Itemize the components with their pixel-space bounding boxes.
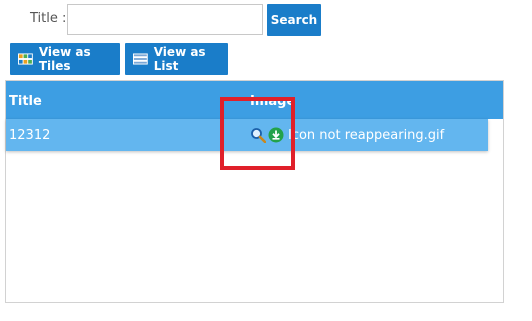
image-filename: Icon not reappearing.gif — [288, 127, 445, 143]
page: Title : Search View as Tiles View as Lis… — [0, 0, 532, 321]
grid-header: Title Image — [6, 81, 503, 119]
download-icon[interactable] — [268, 127, 284, 143]
view-as-tiles-label: View as Tiles — [38, 45, 91, 73]
row-title-cell: 12312 — [9, 128, 51, 143]
column-header-title[interactable]: Title — [9, 94, 42, 109]
title-search-input[interactable] — [67, 4, 263, 35]
column-header-image[interactable]: Image — [250, 94, 295, 109]
search-button[interactable]: Search — [267, 4, 321, 36]
tiles-icon — [18, 53, 33, 65]
list-icon — [133, 53, 148, 65]
view-as-list-button[interactable]: View as List — [125, 43, 228, 75]
zoom-icon[interactable] — [250, 127, 266, 143]
view-as-tiles-button[interactable]: View as Tiles — [10, 43, 120, 75]
results-grid: Title Image 12312 Icon not reappearing.g… — [5, 80, 504, 303]
title-label: Title : — [30, 11, 67, 26]
row-image-cell: Icon not reappearing.gif — [250, 126, 444, 144]
view-as-list-label: View as List — [153, 45, 206, 73]
table-row[interactable]: 12312 Icon not reappearing.gif — [6, 119, 488, 151]
